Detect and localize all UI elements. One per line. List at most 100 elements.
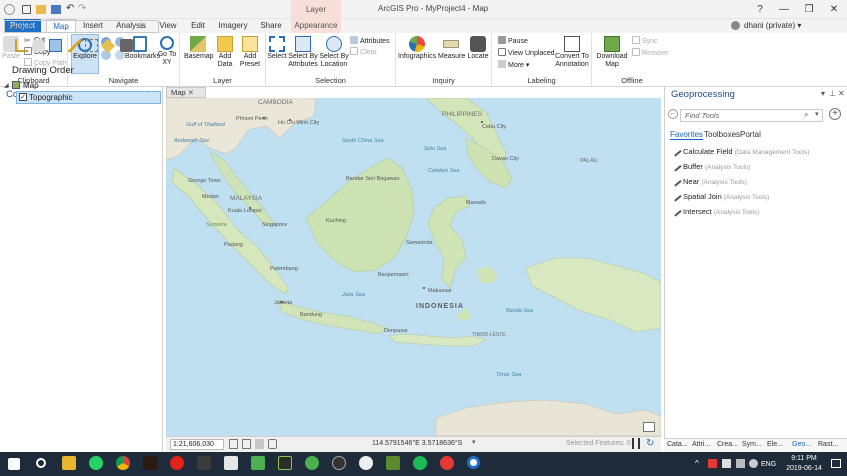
- infographics-button[interactable]: Infographics: [398, 36, 436, 61]
- geo-pane-options-icon[interactable]: ▾: [821, 89, 825, 98]
- tool-spatial-join[interactable]: Spatial Join (Analysis Tools): [670, 190, 769, 202]
- task-view-icon[interactable]: [36, 458, 46, 468]
- clock[interactable]: 9:11 PM 2019-06-14: [782, 454, 826, 474]
- contents-search-input[interactable]: Search: [4, 20, 159, 33]
- app-icon[interactable]: [440, 456, 454, 470]
- goto-xy-button[interactable]: Go To XY: [157, 36, 177, 67]
- open-project-icon[interactable]: [36, 5, 46, 14]
- redo-icon[interactable]: ↷: [78, 3, 86, 14]
- notifications-icon[interactable]: [831, 459, 841, 468]
- undo-icon[interactable]: ↶: [66, 3, 74, 14]
- attributes-button[interactable]: Attributes: [350, 36, 390, 47]
- app-icon[interactable]: [251, 456, 265, 470]
- pause-drawing-icon[interactable]: [632, 438, 640, 449]
- tab-element[interactable]: Ele...: [767, 441, 783, 448]
- geo-pin-icon[interactable]: ⊥: [829, 89, 836, 98]
- app-icon[interactable]: [332, 456, 346, 470]
- tab-close-icon[interactable]: ✕: [188, 88, 194, 97]
- back-icon[interactable]: ←: [668, 109, 678, 119]
- add-preset-button[interactable]: Add Preset: [238, 36, 262, 69]
- sync-button[interactable]: Sync: [632, 36, 658, 47]
- grid-icon[interactable]: [242, 439, 251, 449]
- geo-pane-close-icon[interactable]: ✕: [838, 89, 845, 98]
- pause-button[interactable]: Pause: [498, 36, 528, 47]
- clear-button[interactable]: Clear: [350, 47, 377, 58]
- map-attribution-icon[interactable]: [643, 422, 655, 432]
- find-dropdown-icon[interactable]: ▾: [815, 110, 819, 118]
- mail-icon[interactable]: [224, 456, 238, 470]
- add-data-button[interactable]: Add Data: [214, 36, 236, 69]
- tab-favorites[interactable]: Favorites: [670, 130, 703, 140]
- language-indicator[interactable]: ENG: [761, 461, 776, 468]
- snap-icon[interactable]: [268, 439, 277, 449]
- coord-format-icon[interactable]: ▾: [472, 438, 476, 446]
- show-hidden-icons[interactable]: ^: [695, 459, 699, 468]
- tab-symbology[interactable]: Sym...: [742, 441, 762, 448]
- measure-button[interactable]: Measure: [438, 36, 465, 61]
- tool-buffer[interactable]: Buffer (Analysis Tools): [670, 160, 750, 172]
- tray-icon[interactable]: [708, 459, 717, 468]
- scale-dropdown[interactable]: 1:21,606,030: [170, 439, 224, 450]
- list-by-editing-icon[interactable]: [68, 39, 81, 52]
- tree-item-topographic[interactable]: ✓ Topographic: [16, 91, 161, 104]
- map-view[interactable]: CAMBODIA Phnom Penh Ho Chi Minh City Gul…: [166, 98, 661, 436]
- file-explorer-icon[interactable]: [62, 456, 76, 470]
- more-button[interactable]: More ▾: [498, 60, 529, 71]
- tool-calculate-field[interactable]: Calculate Field (Data Management Tools): [670, 145, 809, 157]
- minimize-button[interactable]: —: [774, 3, 794, 16]
- select-button[interactable]: Select: [266, 36, 288, 61]
- tool-intersect[interactable]: Intersect (Analysis Tools): [670, 205, 759, 217]
- locate-button[interactable]: Locate: [466, 36, 490, 61]
- save-icon[interactable]: [51, 5, 61, 14]
- tab-catalog[interactable]: Cata...: [667, 441, 688, 448]
- find-tools-input[interactable]: Find Tools: [680, 109, 823, 122]
- user-menu[interactable]: dhani (private) ▾: [744, 19, 801, 33]
- list-by-perspective-icon[interactable]: [120, 39, 133, 52]
- list-by-drawing-order-icon[interactable]: [15, 39, 28, 52]
- download-map-button[interactable]: Download Map: [594, 36, 630, 69]
- app-icon[interactable]: [386, 456, 400, 470]
- windows-start-icon[interactable]: [8, 458, 20, 470]
- table-view-icon[interactable]: [255, 439, 264, 449]
- tool-near[interactable]: Near (Analysis Tools): [670, 175, 747, 187]
- list-by-snapping-icon[interactable]: [85, 39, 98, 52]
- app-icon[interactable]: [197, 456, 211, 470]
- tab-raster[interactable]: Rast...: [818, 441, 838, 448]
- select-by-attributes-button[interactable]: Select By Attributes: [288, 36, 318, 69]
- volume-icon[interactable]: [749, 459, 758, 468]
- basemap-button[interactable]: Basemap: [184, 36, 214, 61]
- opera-icon[interactable]: [170, 456, 184, 470]
- fixed-zoom-icon[interactable]: [229, 439, 238, 449]
- restore-button[interactable]: ❐: [799, 3, 819, 16]
- map-view-tab[interactable]: Map ✕: [166, 87, 206, 98]
- tab-geoprocessing[interactable]: Geo...: [792, 441, 811, 448]
- tree-item-map[interactable]: Map: [23, 81, 39, 90]
- tab-appearance[interactable]: Appearance: [291, 19, 341, 33]
- tab-create-features[interactable]: Crea...: [717, 441, 738, 448]
- tab-share[interactable]: Share: [256, 19, 286, 33]
- spotify-icon[interactable]: [413, 456, 427, 470]
- tab-attributes[interactable]: Attri...: [692, 441, 710, 448]
- battery-icon[interactable]: [736, 459, 745, 468]
- wifi-icon[interactable]: [722, 459, 731, 468]
- expand-map-icon[interactable]: ◢: [4, 82, 9, 89]
- tab-edit[interactable]: Edit: [186, 19, 210, 33]
- remove-button[interactable]: Remove: [632, 48, 668, 59]
- add-tool-icon[interactable]: +: [829, 108, 841, 120]
- tab-portal[interactable]: Portal: [740, 130, 761, 139]
- tab-toolboxes[interactable]: Toolboxes: [704, 130, 740, 139]
- layer-visibility-checkbox[interactable]: ✓: [19, 93, 27, 101]
- view-unplaced-button[interactable]: View Unplaced: [498, 48, 555, 59]
- app-icon[interactable]: [305, 456, 319, 470]
- app-icon[interactable]: [359, 456, 373, 470]
- select-by-location-button[interactable]: Select By Location: [319, 36, 349, 69]
- app-icon[interactable]: [143, 456, 157, 470]
- convert-to-annotation-button[interactable]: Convert To Annotation: [554, 36, 590, 69]
- close-button[interactable]: ✕: [824, 3, 844, 16]
- help-button[interactable]: ?: [750, 3, 770, 16]
- terminal-icon[interactable]: [278, 456, 292, 470]
- list-by-selection-icon[interactable]: [49, 39, 62, 52]
- whatsapp-icon[interactable]: [89, 456, 103, 470]
- arcgis-pro-icon[interactable]: [467, 456, 480, 469]
- list-by-source-icon[interactable]: [32, 39, 45, 52]
